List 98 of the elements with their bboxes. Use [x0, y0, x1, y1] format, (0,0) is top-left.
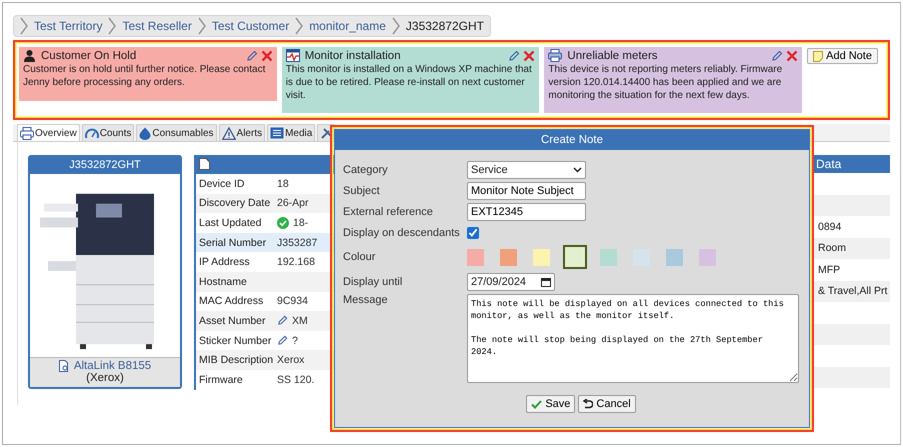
person-icon — [23, 49, 36, 62]
field-label: Device ID — [199, 178, 246, 190]
tab[interactable]: Overview — [17, 124, 80, 141]
field-label: Colour — [343, 251, 376, 263]
printer-icon — [548, 49, 562, 62]
tab[interactable]: Consumables — [136, 124, 217, 141]
breadcrumb-link[interactable]: monitor_name — [309, 19, 386, 33]
drop-icon — [139, 126, 152, 140]
list-icon — [270, 127, 284, 139]
close-icon[interactable] — [786, 50, 798, 62]
date-field[interactable]: 27/09/2024 — [467, 272, 555, 290]
dialog-title: Create Note — [335, 130, 809, 150]
check-icon — [531, 400, 542, 408]
tab[interactable]: Alerts — [218, 124, 266, 141]
document-search-icon — [58, 360, 70, 372]
close-icon[interactable] — [260, 50, 273, 62]
field-label: Discovery Date — [199, 197, 272, 210]
checkbox[interactable] — [467, 226, 479, 238]
chevron-icon — [20, 17, 28, 35]
panel-title: Data — [816, 157, 842, 171]
tab[interactable]: Media — [267, 124, 316, 141]
field-label: MAC Address — [199, 295, 264, 308]
chevron-icon — [108, 17, 116, 35]
colour-swatch[interactable] — [500, 248, 517, 266]
tab[interactable]: Counts — [82, 124, 134, 141]
note-title: Unreliable meters — [567, 50, 659, 62]
field-value: MFP — [818, 264, 840, 276]
field-label: Last Updated — [199, 216, 262, 229]
pencil-icon[interactable] — [771, 50, 784, 62]
message-field[interactable]: This note will be displayed on all devices connected to this monitor, as well as the monitor itself. The note will stop being displayed on the 27th September 2024. — [467, 294, 799, 383]
field-value: J353287 — [277, 236, 318, 249]
note-title: Customer On Hold — [41, 50, 138, 62]
field-label: Category — [343, 164, 389, 176]
field-value: Room — [818, 242, 846, 254]
note-text: This monitor is installed on a Windows XP machine that is due to be retired. Please re-install on next customer visit. — [286, 63, 533, 102]
field-value: XM — [292, 314, 308, 327]
field-value: & Travel,All Prt — [818, 285, 888, 298]
field-value: SS 120. — [277, 374, 314, 386]
category-dropdown[interactable]: Service — [467, 160, 586, 178]
field-label: IP Address — [199, 256, 251, 268]
undo-icon — [583, 399, 594, 409]
input-field[interactable]: EXT12345 — [467, 202, 586, 220]
breadcrumb-link[interactable]: Test Reseller — [122, 19, 192, 33]
check-icon — [277, 216, 289, 229]
breadcrumb-link[interactable]: Test Territory — [34, 19, 102, 33]
field-label: MIB Description — [199, 354, 274, 366]
field-value: 18 — [277, 178, 289, 190]
note-title: Monitor installation — [304, 50, 402, 62]
card-title: J3532872GHT — [30, 157, 180, 174]
model-link[interactable]: AltaLink B8155 — [74, 360, 152, 372]
field-label: Asset Number — [199, 314, 267, 327]
cancel-button[interactable]: Cancel — [578, 395, 636, 413]
pencil-icon[interactable] — [277, 315, 288, 326]
field-label: Serial Number — [199, 236, 268, 249]
colour-swatch[interactable] — [467, 248, 484, 266]
input-field[interactable]: Monitor Note Subject — [467, 182, 586, 200]
chevron-down-icon — [573, 166, 582, 172]
pencil-icon[interactable] — [246, 50, 258, 62]
save-button[interactable]: Save — [526, 395, 576, 413]
field-value: 9C934 — [277, 295, 308, 308]
warning-icon — [222, 126, 236, 140]
colour-swatch[interactable] — [666, 248, 683, 266]
field-label: External reference — [343, 206, 434, 218]
field-label: Hostname — [199, 276, 248, 288]
chevron-icon — [295, 17, 304, 35]
printer-icon — [20, 126, 34, 140]
chevron-icon — [392, 17, 400, 35]
field-value: 192.168 — [277, 256, 315, 268]
field-label: Message — [343, 294, 389, 306]
note-text: This device is not reporting meters reliably. Firmware version 120.014.14400 has been applied and we are monitoring the situation for the next few days. — [548, 63, 784, 102]
breadcrumb-link[interactable]: Test Customer — [212, 19, 290, 33]
field-label: Firmware — [199, 374, 244, 386]
colour-swatch[interactable] — [699, 248, 716, 266]
breadcrumb-current: J3532872GHT — [406, 19, 484, 33]
pencil-icon[interactable] — [508, 50, 520, 62]
calendar-icon — [541, 276, 551, 286]
field-value: 0894 — [818, 220, 842, 233]
field-value: 18- — [293, 216, 308, 229]
field-label: Display until — [343, 276, 404, 288]
gauge-icon — [84, 127, 99, 139]
field-value: 26-Apr — [277, 197, 309, 210]
note-text: Customer is on hold until further notice. Please contact Jenny before processing any orders. — [23, 63, 266, 89]
field-label: Sticker Number — [199, 334, 272, 347]
pencil-icon[interactable] — [277, 335, 288, 346]
chart-icon — [286, 49, 300, 62]
document-icon — [199, 158, 210, 170]
field-label: Display on descendants — [343, 226, 461, 238]
colour-swatch[interactable] — [563, 245, 587, 269]
chevron-icon — [198, 17, 206, 35]
note-icon — [813, 50, 824, 62]
add-note-button[interactable]: Add Note — [807, 48, 878, 64]
field-value: Xerox — [277, 354, 304, 366]
field-value: ? — [292, 334, 298, 347]
close-icon[interactable] — [523, 50, 536, 62]
colour-swatch[interactable] — [600, 248, 617, 266]
field-label: Subject — [343, 184, 381, 196]
colour-swatch[interactable] — [533, 248, 550, 266]
maker-label: (Xerox) — [86, 372, 124, 384]
